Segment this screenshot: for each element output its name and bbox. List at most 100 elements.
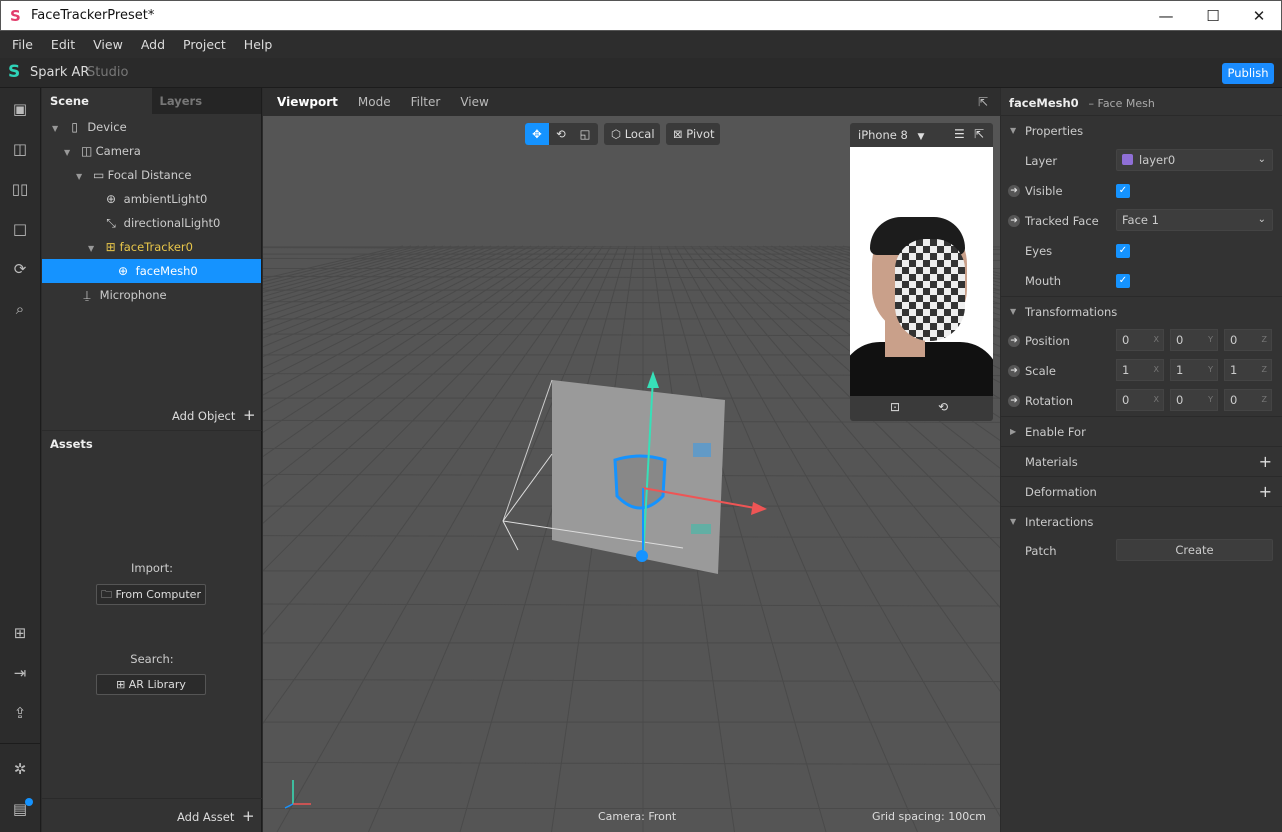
upload-icon[interactable]: ⇪ [10,704,30,724]
ruler-icon: ▭ [92,168,105,182]
mouth-checkbox[interactable]: ✓ [1116,274,1130,288]
spark-logo-icon: S [8,62,21,82]
light-gizmo [691,524,711,534]
camera-frustum-line [502,520,519,551]
rotate-icon[interactable]: ⟲ [549,123,573,145]
rotation-x-input[interactable]: 0X [1116,389,1164,411]
popout-icon[interactable]: ⇱ [968,88,1000,116]
y-axis-arrowhead[interactable] [647,371,659,388]
chevron-down-icon: ⌄ [1257,214,1266,225]
eyes-checkbox[interactable]: ✓ [1116,244,1130,258]
search-label: Search: [130,652,174,666]
tree-item-camera[interactable]: ▼ ◫ Camera [42,139,261,163]
from-computer-button[interactable]: 🗀 From Computer [96,584,206,605]
section-transformations[interactable]: ▼ Transformations [1001,296,1282,326]
add-object-button[interactable]: Add Object + [172,406,256,424]
cube-icon: ⬡ [611,127,622,141]
menu-bar: File Edit View Add Project Help [0,31,1282,58]
microphone-icon: ⍊ [83,288,91,302]
window-title: FaceTrackerPreset* [31,8,155,23]
menu-view[interactable]: View [87,31,129,58]
x-axis-arrowhead[interactable] [751,502,767,515]
local-button[interactable]: ⬡ Local [604,123,660,145]
collapse-icon: ▼ [1010,126,1017,135]
tree-item-device[interactable]: ▼ ▯ Device [42,115,261,139]
tab-layers[interactable]: Layers [152,88,262,114]
menu-edit[interactable]: Edit [45,31,81,58]
search-icon[interactable]: ⌕ [10,300,30,320]
z-axis-handle[interactable] [636,550,648,562]
pause-panels-icon[interactable]: ▯▯ [10,180,30,200]
position-x-input[interactable]: 0X [1116,329,1164,351]
popout-icon[interactable]: ⇱ [974,127,984,141]
add-file-icon[interactable]: ⊞ [10,624,30,644]
menu-file[interactable]: File [6,31,39,58]
scale-icon[interactable]: ◱ [573,123,597,145]
close-button[interactable]: ✕ [1244,5,1274,27]
add-asset-button[interactable]: Add Asset + [177,807,255,825]
connect-arrow-icon[interactable]: ➜ [1008,365,1020,377]
assets-panel: Assets Import: 🗀 From Computer Search: ⊞… [42,431,262,832]
pivot-button[interactable]: ⊠ Pivot [666,123,720,145]
scale-z-input[interactable]: 1Z [1224,359,1272,381]
add-material-button[interactable]: + [1259,447,1272,477]
layout-icon[interactable]: ▣ [10,100,30,120]
connect-arrow-icon[interactable]: ➜ [1008,335,1020,347]
device-select[interactable]: iPhone 8 ▼ [858,128,924,142]
assets-title: Assets [50,437,93,451]
tree-item-face-tracker[interactable]: ▼ ⊞ faceTracker0 [42,235,261,259]
video-camera-icon[interactable]: ◫ [10,140,30,160]
position-z-input[interactable]: 0Z [1224,329,1272,351]
section-properties[interactable]: ▼ Properties [1001,116,1282,146]
tab-mode[interactable]: Mode [348,88,401,116]
connect-arrow-icon[interactable]: ➜ [1008,215,1020,227]
move-icon[interactable]: ✥ [525,123,549,145]
expand-icon: ▶ [1010,427,1017,436]
maximize-button[interactable]: ☐ [1198,5,1228,27]
tab-viewport[interactable]: Viewport [263,88,348,116]
scale-y-input[interactable]: 1Y [1170,359,1218,381]
rotation-z-input[interactable]: 0Z [1224,389,1272,411]
refresh-icon[interactable]: ⟳ [10,260,30,280]
menu-help[interactable]: Help [238,31,279,58]
tracked-face-select[interactable]: Face 1 ⌄ [1116,209,1273,231]
scale-x-input[interactable]: 1X [1116,359,1164,381]
face-tracker-icon: ⊞ [105,240,116,254]
tab-filter[interactable]: Filter [401,88,451,116]
import-device-icon[interactable]: ⇥ [10,664,30,684]
ar-library-button[interactable]: ⊞ AR Library [96,674,206,695]
minimize-button[interactable]: — [1151,5,1181,27]
scale-row: ➜ Scale 1 X 1 Y 1 Z [1001,356,1282,386]
tree-item-directional-light[interactable]: ⤡ directionalLight0 [42,211,261,235]
add-deformation-button[interactable]: + [1259,477,1272,507]
connect-arrow-icon[interactable]: ➜ [1008,185,1020,197]
tree-item-microphone[interactable]: ⍊ Microphone [42,283,261,307]
publish-button[interactable]: Publish [1222,63,1274,84]
viewport[interactable]: Viewport Mode Filter View ⇱ ✥ ⟲ ◱ ⬡ Loca… [263,88,1000,832]
tree-item-focal-distance[interactable]: ▼ ▭ Focal Distance [42,163,261,187]
position-y-input[interactable]: 0Y [1170,329,1218,351]
tree-item-face-mesh[interactable]: ⊕ faceMesh0 [42,259,261,283]
layer-select[interactable]: layer0 ⌄ [1116,149,1273,171]
phone-icon: ▯ [71,120,78,134]
brand-name: Spark AR [30,65,90,80]
section-enable-for[interactable]: ▶ Enable For [1001,416,1282,446]
light-gizmo [693,443,711,457]
section-interactions[interactable]: ▼ Interactions [1001,506,1282,536]
bug-icon[interactable]: ✲ [10,760,30,780]
create-patch-button[interactable]: Create [1116,539,1273,561]
menu-project[interactable]: Project [177,31,232,58]
visible-checkbox[interactable]: ✓ [1116,184,1130,198]
rotation-y-input[interactable]: 0Y [1170,389,1218,411]
menu-add[interactable]: Add [135,31,171,58]
tree-item-ambient-light[interactable]: ⊕ ambientLight0 [42,187,261,211]
menu-icon[interactable]: ☰ [954,127,965,141]
connect-arrow-icon[interactable]: ➜ [1008,395,1020,407]
tab-scene[interactable]: Scene [42,88,152,114]
tab-view[interactable]: View [450,88,498,116]
app-bar: S Spark AR Studio Publish [0,58,1282,88]
square-icon[interactable]: □ [10,220,30,240]
rotate-device-icon[interactable]: ⟲ [938,400,948,414]
switch-camera-icon[interactable]: ⊡ [890,400,900,414]
left-toolbar: ▣ ◫ ▯▯ □ ⟳ ⌕ ⊞ ⇥ ⇪ ✲ ▤ [0,88,41,832]
